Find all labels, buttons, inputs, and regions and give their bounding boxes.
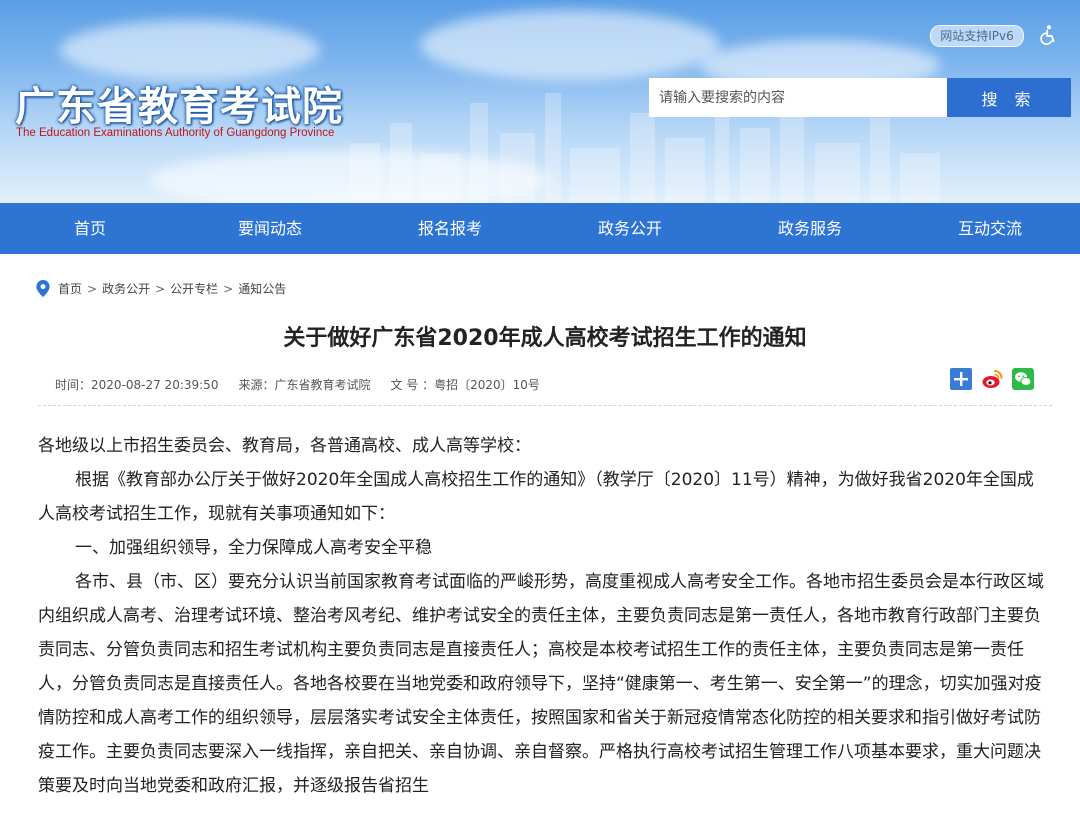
article-salutation: 各地级以上市招生委员会、教育局，各普通高校、成人高等学校： [38, 436, 531, 456]
wechat-icon[interactable] [1012, 368, 1034, 390]
nav-item-government-services[interactable]: 政务服务 [720, 203, 900, 254]
article-container: 首页 > 政务公开 > 公开专栏 > 通知公告 关于做好广东省2020年成人高校… [0, 254, 1080, 814]
nav-item-interaction[interactable]: 互动交流 [900, 203, 1080, 254]
article-title: 关于做好广东省2020年成人高校考试招生工作的通知 [283, 326, 807, 351]
share-bar [950, 368, 1034, 390]
nav-item-home[interactable]: 首页 [0, 203, 180, 254]
share-plus-icon[interactable] [950, 368, 972, 390]
site-header: 网站支持IPv6 广东省教育考试院 The Education Examinat… [0, 0, 1080, 203]
ipv6-badge: 网站支持IPv6 [930, 25, 1024, 47]
accessibility-icon[interactable] [1038, 24, 1060, 46]
breadcrumb-public-column[interactable]: 公开专栏 [170, 280, 218, 297]
breadcrumb: 首页 > 政务公开 > 公开专栏 > 通知公告 [36, 280, 286, 297]
weibo-icon[interactable] [981, 368, 1003, 390]
article-paragraph: 各市、县（市、区）要充分认识当前国家教育考试面临的严峻形势，高度重视成人高考安全… [38, 572, 1044, 796]
nav-item-government-affairs[interactable]: 政务公开 [540, 203, 720, 254]
main-nav: 首页 要闻动态 报名报考 政务公开 政务服务 互动交流 [0, 203, 1080, 254]
breadcrumb-separator: > [223, 281, 234, 296]
meta-divider [38, 405, 1052, 406]
breadcrumb-separator: > [155, 281, 166, 296]
article-meta: 时间：2020-08-27 20:39:50 来源：广东省教育考试院 文 号 ：… [55, 376, 540, 393]
search-input[interactable] [649, 78, 947, 117]
breadcrumb-separator: > [87, 281, 98, 296]
breadcrumb-notices[interactable]: 通知公告 [238, 280, 286, 297]
document-number: 文 号 ：粤招〔2020〕10号 [390, 378, 540, 392]
publish-time: 时间：2020-08-27 20:39:50 [55, 378, 219, 392]
location-pin-icon [36, 280, 50, 297]
site-logo-subtitle: The Education Examinations Authority of … [16, 127, 335, 139]
search-button[interactable]: 搜 索 [947, 78, 1071, 117]
site-logo-title[interactable]: 广东省教育考试院 [15, 74, 343, 132]
nav-item-registration[interactable]: 报名报考 [360, 203, 540, 254]
article-body: 各地级以上市招生委员会、教育局，各普通高校、成人高等学校： 根据《教育部办公厅关… [38, 429, 1046, 803]
article-source: 来源：广东省教育考试院 [238, 378, 371, 392]
article-paragraph: 根据《教育部办公厅关于做好2020年全国成人高校招生工作的通知》（教学厅〔202… [38, 470, 1034, 524]
breadcrumb-government-affairs[interactable]: 政务公开 [102, 280, 150, 297]
article-section-heading: 一、加强组织领导，全力保障成人高考安全平稳 [75, 538, 432, 558]
breadcrumb-home[interactable]: 首页 [58, 280, 82, 297]
nav-item-news[interactable]: 要闻动态 [180, 203, 360, 254]
